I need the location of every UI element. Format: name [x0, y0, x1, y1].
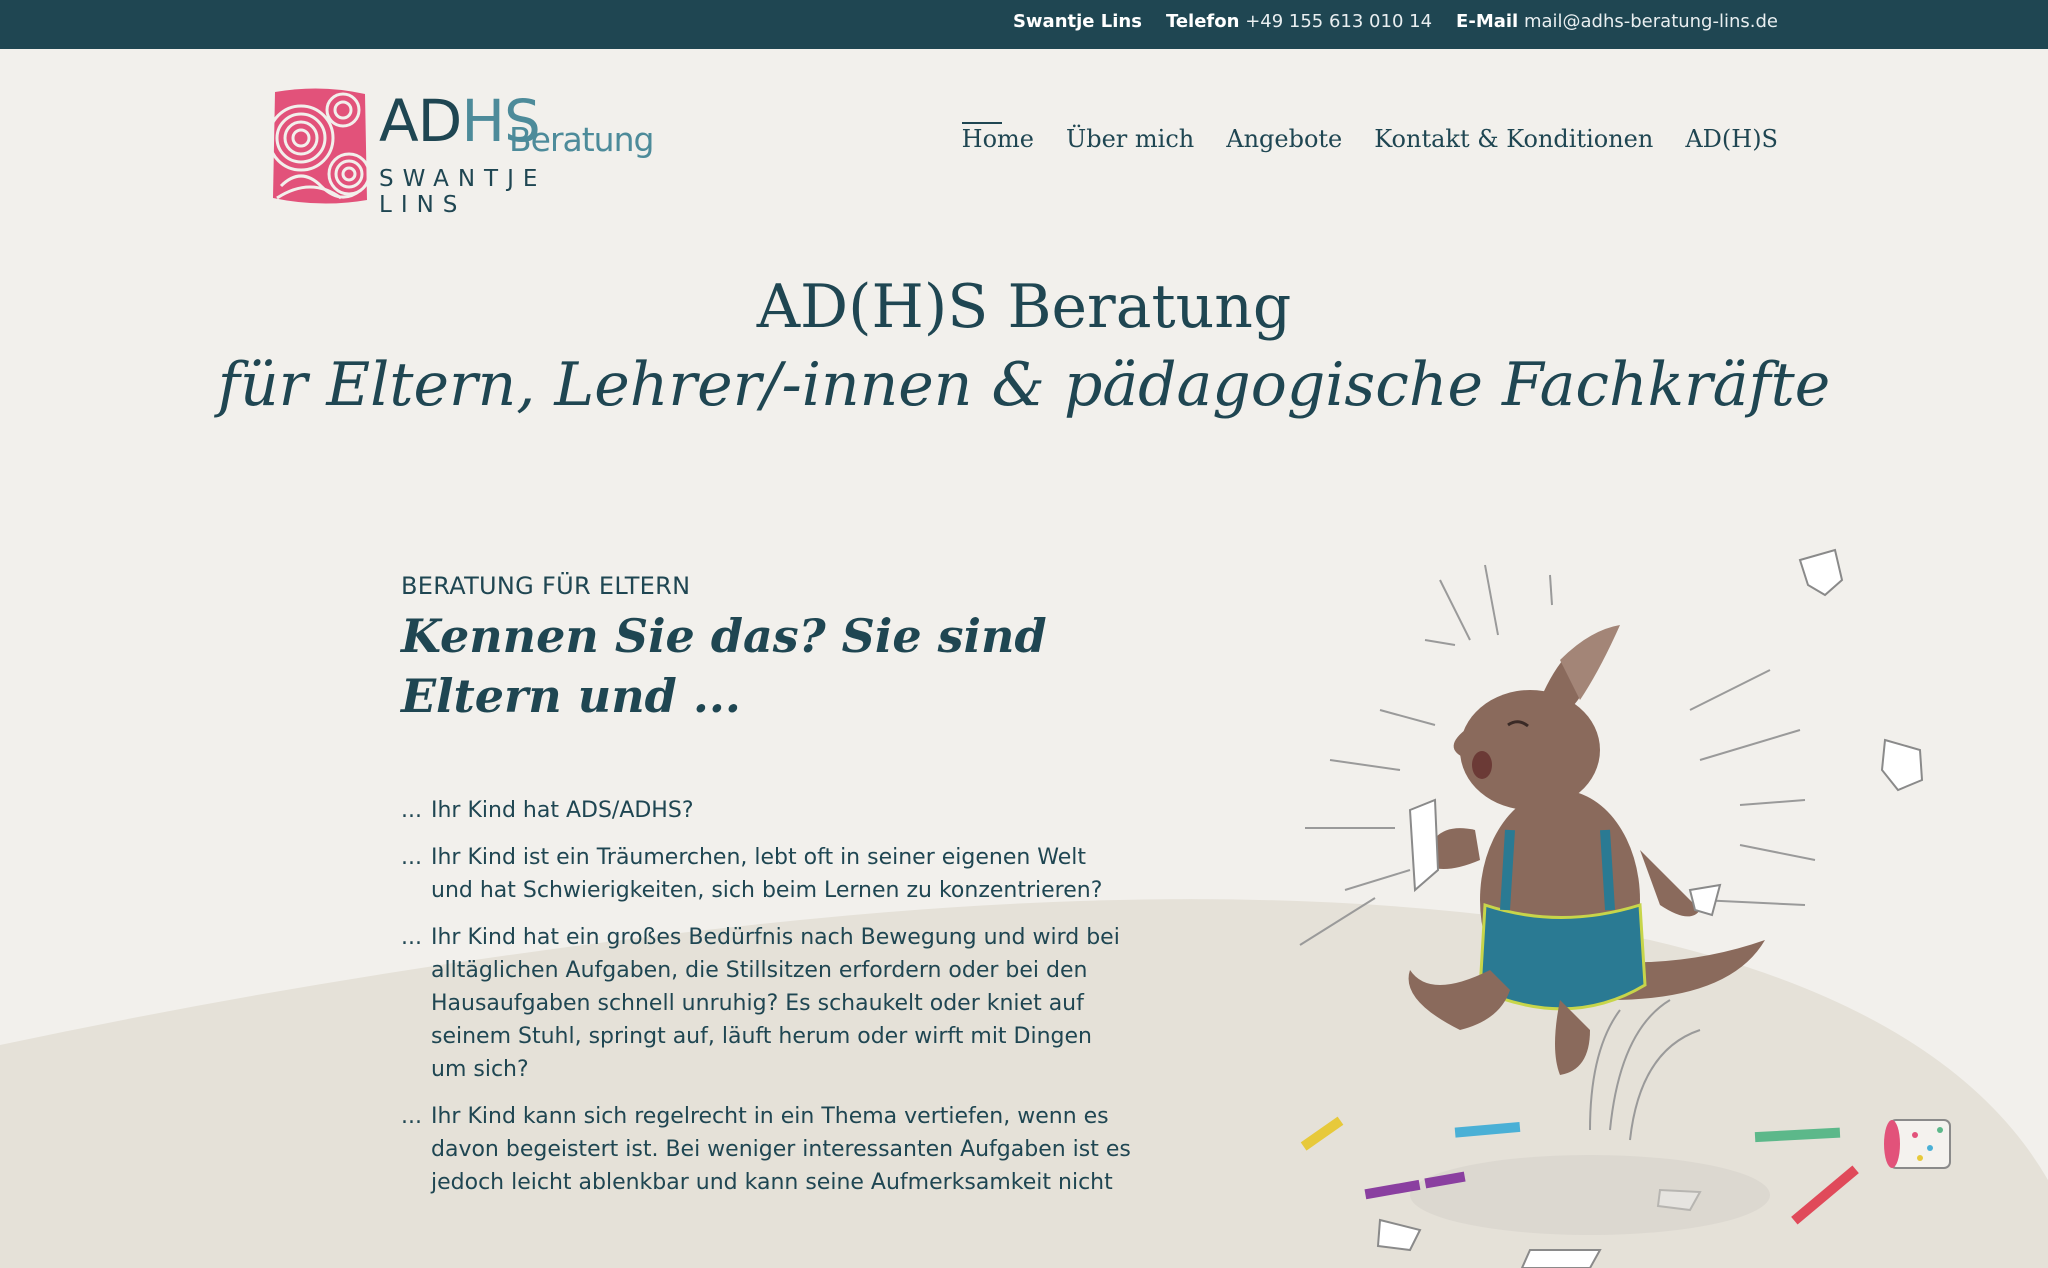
list-item: ... Ihr Kind ist ein Träumerchen, lebt of…: [401, 841, 1131, 907]
list-item: ... Ihr Kind kann sich regelrecht in ein …: [401, 1100, 1131, 1199]
site-logo[interactable]: ADHS Beratung SWANTJE LINS: [271, 86, 654, 218]
situation-list: ... Ihr Kind hat ADS/ADHS? ... Ihr Kind is…: [401, 794, 1131, 1199]
list-item-text: Ihr Kind kann sich regelrecht in ein The…: [431, 1104, 1131, 1195]
nav-home[interactable]: Home: [961, 122, 1034, 153]
contact-info: Swantje Lins Telefon +49 155 613 010 14 …: [1013, 11, 1778, 32]
nav-offers[interactable]: Angebote: [1226, 125, 1342, 153]
list-item-text: Ihr Kind hat ADS/ADHS?: [431, 798, 694, 823]
bullet-marker: ...: [401, 1104, 422, 1129]
list-item-text: Ihr Kind ist ein Träumerchen, lebt oft i…: [431, 845, 1103, 903]
contact-name: Swantje Lins: [1012, 11, 1142, 32]
contact-email[interactable]: E-Mail mail@adhs-beratung-lins.de: [1456, 11, 1778, 32]
logo-name: SWANTJE LINS: [379, 166, 547, 218]
top-contact-bar: Swantje Lins Telefon +49 155 613 010 14 …: [0, 0, 2048, 49]
section-kicker: BERATUNG FÜR ELTERN: [401, 572, 691, 600]
section-heading: Kennen Sie das? Sie sind Eltern und ...: [401, 609, 1047, 723]
bullet-marker: ...: [401, 798, 422, 823]
list-item: ... Ihr Kind hat ADS/ADHS?: [401, 794, 1131, 827]
kangaroo-tantrum-illustration: [1299, 548, 1951, 1268]
hero-line-1: AD(H)S Beratung: [756, 272, 1292, 342]
list-item: ... Ihr Kind hat ein großes Bedürfnis nac…: [401, 921, 1131, 1086]
contact-phone[interactable]: Telefon +49 155 613 010 14: [1166, 11, 1432, 32]
hero-line-2: für Eltern, Lehrer/-innen & pädagogische…: [217, 350, 1831, 420]
hero-title: AD(H)S Beratung für Eltern, Lehrer/-inne…: [0, 268, 2048, 424]
logo-beratung: Beratung: [509, 120, 654, 159]
nav-contact[interactable]: Kontakt & Konditionen: [1374, 125, 1653, 153]
parents-section: BERATUNG FÜR ELTERN Kennen Sie das? Sie …: [401, 572, 1131, 1213]
main-nav: Home Über mich Angebote Kontakt & Kondit…: [961, 122, 1778, 153]
nav-adhs[interactable]: AD(H)S: [1685, 125, 1778, 153]
fingerprint-circles-icon: [271, 88, 369, 204]
bullet-marker: ...: [401, 925, 422, 950]
list-item-text: Ihr Kind hat ein großes Bedürfnis nach B…: [431, 925, 1120, 1082]
bullet-marker: ...: [401, 845, 422, 870]
nav-about[interactable]: Über mich: [1066, 125, 1194, 153]
